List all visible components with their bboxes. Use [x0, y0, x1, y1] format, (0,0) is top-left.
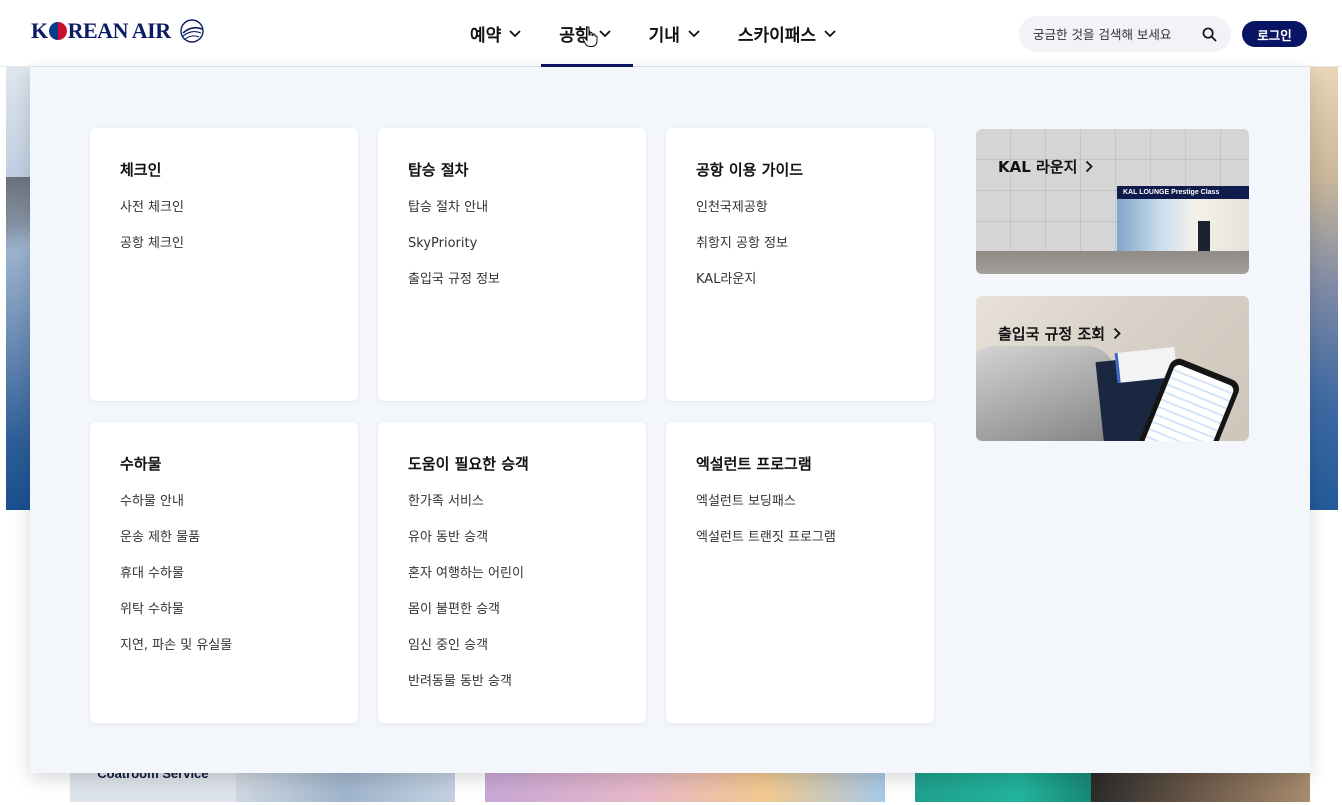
taegeuk-icon: [48, 22, 67, 40]
nav-item-inflight[interactable]: 기내: [649, 0, 720, 67]
promo-title: KAL 라운지: [998, 156, 1094, 177]
chevron-down-icon: [824, 29, 836, 37]
lounge-sign: KAL LOUNGE Prestige Class: [1117, 186, 1249, 199]
lounge-interior: [1117, 199, 1249, 251]
menu-link[interactable]: SkyPriority: [408, 236, 616, 252]
banner-image-1[interactable]: [235, 772, 456, 802]
menu-link[interactable]: 지연, 파손 및 유실물: [120, 638, 328, 654]
chevron-down-icon: [509, 29, 521, 37]
korean-air-logo[interactable]: K REAN AIR: [31, 16, 207, 46]
airport-mega-menu: 체크인 사전 체크인 공항 체크인 탑승 절차 탑승 절차 안내 SkyPrio…: [30, 67, 1310, 773]
menu-link[interactable]: 유아 동반 승객: [408, 530, 616, 546]
menu-link[interactable]: 엑설런트 보딩패스: [696, 494, 904, 510]
section-title: 탑승 절차: [408, 161, 469, 179]
menu-link[interactable]: 운송 제한 물품: [120, 530, 328, 546]
banner-image-3[interactable]: [915, 772, 1091, 802]
menu-link[interactable]: 혼자 여행하는 어린이: [408, 566, 616, 582]
section-title: 공항 이용 가이드: [696, 161, 804, 179]
search-input[interactable]: [1033, 26, 1202, 42]
menu-link[interactable]: 사전 체크인: [120, 200, 328, 216]
section-title: 수하물: [120, 455, 162, 473]
promo-kal-lounge[interactable]: KAL LOUNGE Prestige Class KAL 라운지: [976, 129, 1249, 274]
coatroom-label: Coatroom Service: [97, 772, 209, 781]
menu-link[interactable]: 몸이 불편한 승객: [408, 602, 616, 618]
menu-link[interactable]: 출입국 규정 정보: [408, 272, 616, 288]
section-baggage: 수하물 수하물 안내 운송 제한 물품 휴대 수하물 위탁 수하물 지연, 파손…: [90, 422, 358, 723]
site-header: KREAN AIR 예약 공항 기내 스카이패스 로그인: [0, 0, 1342, 67]
menu-link[interactable]: 수하물 안내: [120, 494, 328, 510]
menu-link[interactable]: 엑설런트 트랜짓 프로그램: [696, 530, 904, 546]
search-icon[interactable]: [1202, 27, 1217, 42]
section-assistance: 도움이 필요한 승객 한가족 서비스 유아 동반 승객 혼자 여행하는 어린이 …: [378, 422, 646, 723]
menu-link[interactable]: 공항 체크인: [120, 236, 328, 252]
nav-item-booking[interactable]: 예약: [470, 0, 541, 67]
banner-image-2[interactable]: [485, 772, 886, 802]
menu-link[interactable]: 취항지 공항 정보: [696, 236, 904, 252]
menu-link[interactable]: KAL라운지: [696, 272, 904, 288]
chevron-down-icon: [688, 29, 700, 37]
section-title: 엑설런트 프로그램: [696, 455, 812, 473]
background-hero-right: [1310, 67, 1338, 510]
nav-item-skypass[interactable]: 스카이패스: [738, 0, 856, 67]
search-box[interactable]: [1019, 16, 1231, 52]
menu-link[interactable]: 인천국제공항: [696, 200, 904, 216]
banner-image-4[interactable]: [1090, 772, 1310, 802]
nav-label: 스카이패스: [737, 26, 817, 46]
section-airport-guide: 공항 이용 가이드 인천국제공항 취항지 공항 정보 KAL라운지: [666, 128, 934, 401]
lounge-kiosk: [1198, 221, 1210, 251]
section-title: 체크인: [120, 161, 162, 179]
section-title: 도움이 필요한 승객: [408, 455, 529, 473]
menu-link[interactable]: 위탁 수하물: [120, 602, 328, 618]
menu-link[interactable]: 임신 중인 승객: [408, 638, 616, 654]
menu-link[interactable]: 탑승 절차 안내: [408, 200, 616, 216]
coatroom-banner[interactable]: Coatroom Service: [70, 772, 236, 802]
promo-title: 출입국 규정 조회: [998, 323, 1121, 344]
main-nav: 예약 공항 기내 스카이패스: [470, 0, 874, 67]
menu-link[interactable]: 휴대 수하물: [120, 566, 328, 582]
nav-label: 예약: [470, 26, 502, 46]
logo-wordmark: K REAN AIR: [31, 18, 171, 43]
background-hero-left: [6, 67, 30, 510]
background-banner-strip: Coatroom Service: [30, 772, 1310, 802]
suitcase-image: [976, 346, 1116, 441]
chevron-down-icon: [598, 29, 611, 37]
hand-cursor-icon: [582, 26, 598, 47]
skyteam-icon: [179, 19, 204, 43]
section-checkin: 체크인 사전 체크인 공항 체크인: [90, 128, 358, 401]
nav-label: 기내: [648, 26, 680, 46]
chevron-right-icon: [1113, 327, 1121, 340]
section-boarding: 탑승 절차 탑승 절차 안내 SkyPriority 출입국 규정 정보: [378, 128, 646, 401]
section-excellent-program: 엑설런트 프로그램 엑설런트 보딩패스 엑설런트 트랜짓 프로그램: [666, 422, 934, 723]
menu-link[interactable]: 한가족 서비스: [408, 494, 616, 510]
login-button[interactable]: 로그인: [1242, 21, 1307, 47]
menu-link[interactable]: 반려동물 동반 승객: [408, 674, 616, 690]
chevron-right-icon: [1086, 160, 1094, 173]
promo-immigration-rules[interactable]: 출입국 규정 조회: [976, 296, 1249, 441]
